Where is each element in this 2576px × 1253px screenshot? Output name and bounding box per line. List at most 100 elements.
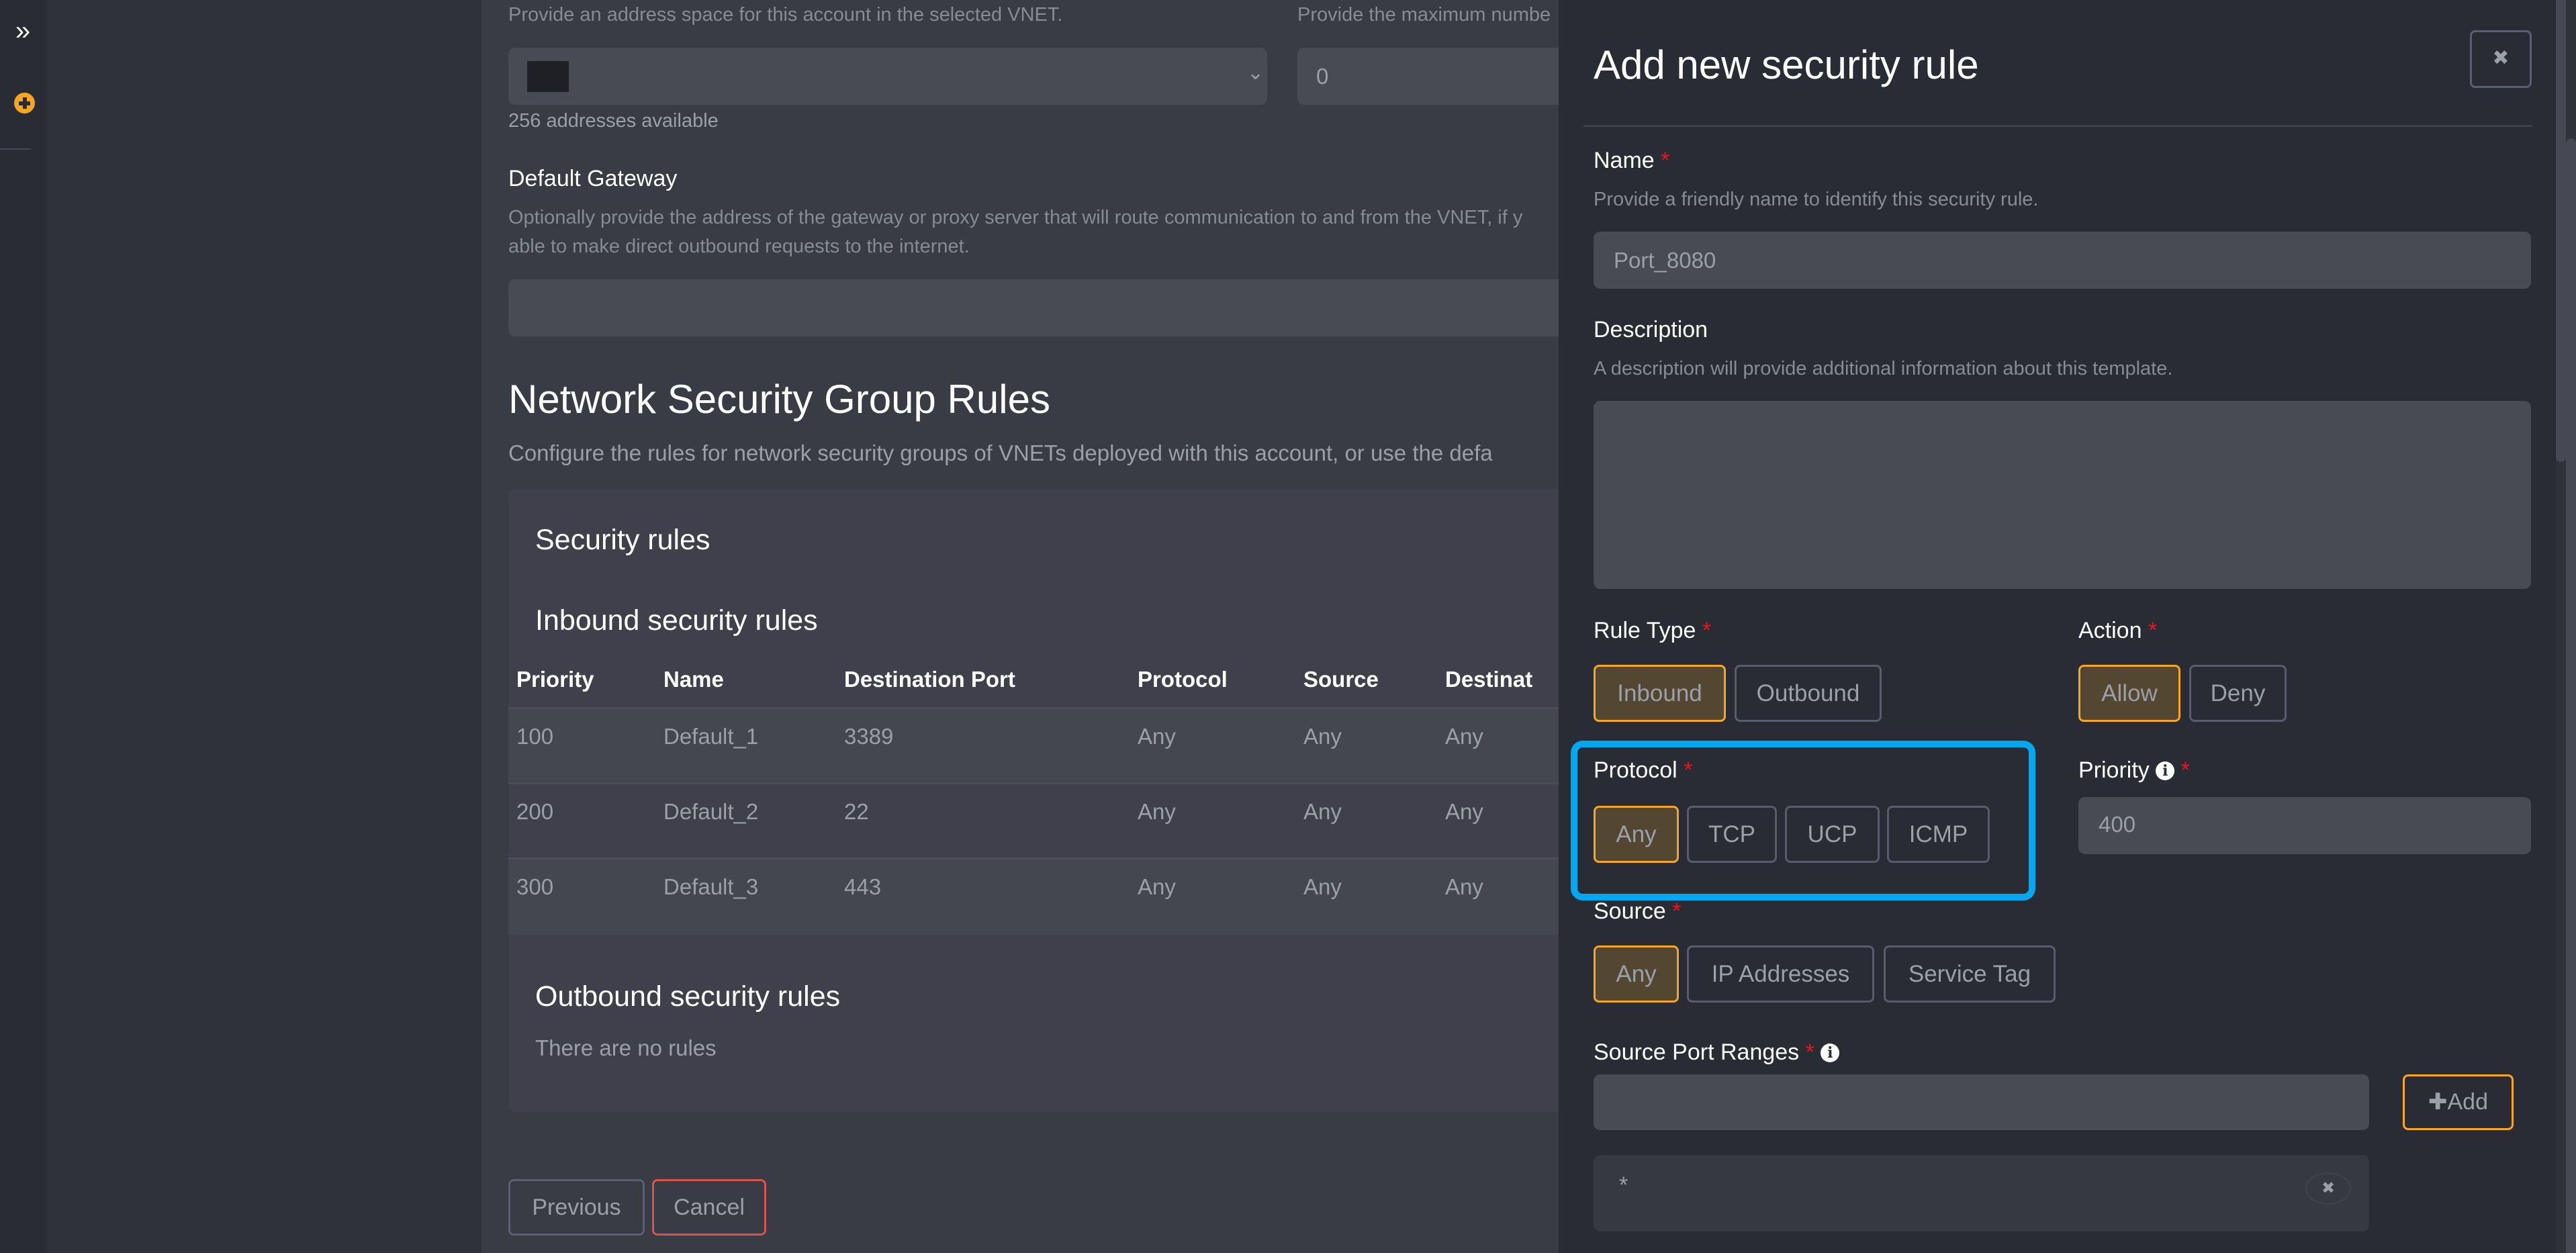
- name-hint: Provide a friendly name to identify this…: [1594, 189, 2039, 210]
- rule-type-label: Rule Type *: [1594, 618, 1711, 644]
- source-port-ranges-label-text: Source Port Ranges: [1594, 1039, 1800, 1065]
- cell-protocol: Any: [1138, 874, 1176, 899]
- priority-input[interactable]: 400: [2078, 797, 2531, 854]
- required-mark: *: [1684, 757, 1693, 783]
- description-label: Description: [1594, 317, 1708, 342]
- cell-priority: 100: [516, 724, 554, 749]
- default-gateway-hint-line1: Optionally provide the address of the ga…: [508, 207, 1523, 228]
- cell-port: 443: [844, 874, 882, 899]
- close-button[interactable]: ✖: [2470, 30, 2532, 88]
- source-ip-addresses-button[interactable]: IP Addresses: [1687, 945, 1874, 1003]
- source-port-item-value: *: [1619, 1172, 1628, 1198]
- column-header: Protocol: [1138, 667, 1228, 692]
- cell-destination: Any: [1445, 799, 1483, 824]
- max-number-input[interactable]: 0: [1297, 48, 1559, 105]
- description-textarea[interactable]: [1594, 401, 2531, 589]
- address-space-hint: Provide an address space for this accoun…: [508, 4, 1063, 26]
- close-icon: ✖: [2492, 47, 2510, 69]
- name-label-text: Name: [1594, 148, 1655, 173]
- cell-source: Any: [1303, 799, 1342, 824]
- name-label: Name *: [1594, 148, 1669, 174]
- required-mark: *: [1672, 898, 1682, 924]
- table-row[interactable]: 100 Default_1 3389 Any Any Any: [508, 707, 1559, 784]
- cell-name: Default_2: [663, 799, 759, 824]
- column-header: Source: [1303, 667, 1379, 692]
- cell-destination: Any: [1445, 724, 1483, 749]
- cell-destination: Any: [1445, 874, 1483, 899]
- column-header: Priority: [516, 667, 594, 692]
- add-label: Add: [2447, 1089, 2489, 1115]
- drawer-scrollbar-thumb[interactable]: [2556, 0, 2566, 462]
- close-icon: ✖: [2321, 1179, 2336, 1197]
- priority-label: Priority i *: [2078, 757, 2190, 784]
- default-gateway-input[interactable]: [508, 279, 1559, 336]
- source-port-input[interactable]: [1594, 1074, 2369, 1130]
- default-gateway-hint-line2: able to make direct outbound requests to…: [508, 236, 970, 257]
- sidebar: [0, 0, 47, 1253]
- name-input[interactable]: Port_8080: [1594, 232, 2531, 289]
- protocol-ucp-button[interactable]: UCP: [1785, 806, 1880, 863]
- max-number-value: 0: [1316, 64, 1329, 89]
- add-security-rule-drawer: Add new security rule ✖ Name * Provide a…: [1559, 0, 2556, 1253]
- rule-type-label-text: Rule Type: [1594, 618, 1696, 643]
- security-rules-card: Security rules Inbound security rules Pr…: [508, 489, 1559, 1112]
- priority-label-text: Priority: [2078, 757, 2150, 783]
- default-gateway-hint: Optionally provide the address of the ga…: [508, 207, 1522, 258]
- header-divider: [1583, 125, 2532, 127]
- action-allow-button[interactable]: Allow: [2078, 665, 2180, 722]
- info-icon[interactable]: i: [2156, 761, 2175, 780]
- max-number-hint: Provide the maximum numbe: [1297, 4, 1551, 26]
- source-service-tag-button[interactable]: Service Tag: [1884, 945, 2056, 1003]
- protocol-tcp-button[interactable]: TCP: [1687, 806, 1777, 863]
- protocol-label-text: Protocol: [1594, 757, 1677, 783]
- column-header: Destinat: [1445, 667, 1533, 692]
- protocol-any-button[interactable]: Any: [1594, 806, 1679, 863]
- remove-port-button[interactable]: ✖: [2305, 1172, 2351, 1205]
- sidebar-divider: [0, 148, 31, 150]
- address-space-select[interactable]: ⌄: [508, 48, 1267, 105]
- source-any-button[interactable]: Any: [1594, 945, 1679, 1003]
- cell-port: 3389: [844, 724, 894, 749]
- required-mark: *: [1805, 1039, 1814, 1065]
- plus-icon: ✚: [2428, 1089, 2448, 1115]
- plus-circle-icon[interactable]: [14, 93, 35, 113]
- required-mark: *: [1702, 618, 1712, 643]
- nsg-title: Network Security Group Rules: [508, 377, 1050, 422]
- cell-priority: 300: [516, 874, 554, 899]
- cancel-button[interactable]: Cancel: [652, 1179, 766, 1236]
- source-port-ranges-label: Source Port Ranges * i: [1594, 1039, 1840, 1066]
- source-port-item: * ✖: [1594, 1155, 2369, 1232]
- required-mark: *: [2148, 618, 2158, 643]
- previous-button[interactable]: Previous: [508, 1179, 645, 1236]
- page-scrollbar-thumb[interactable]: [2566, 138, 2576, 1253]
- main-content: Provide an address space for this accoun…: [481, 0, 1559, 1253]
- column-header: Name: [663, 667, 724, 692]
- required-mark: *: [2180, 757, 2190, 783]
- redacted-value: [527, 61, 569, 92]
- cell-name: Default_1: [663, 724, 759, 749]
- drawer-title: Add new security rule: [1594, 42, 1979, 87]
- outbound-empty-message: There are no rules: [535, 1035, 717, 1060]
- protocol-icmp-button[interactable]: ICMP: [1887, 806, 1990, 863]
- action-deny-button[interactable]: Deny: [2189, 665, 2287, 722]
- default-gateway-label: Default Gateway: [508, 166, 678, 191]
- addresses-available: 256 addresses available: [508, 110, 719, 132]
- name-input-value: Port_8080: [1614, 248, 1716, 273]
- info-icon[interactable]: i: [1821, 1043, 1840, 1062]
- security-rules-title: Security rules: [535, 524, 710, 556]
- source-label-text: Source: [1594, 898, 1666, 924]
- rule-type-outbound-button[interactable]: Outbound: [1735, 665, 1882, 722]
- priority-input-value: 400: [2099, 812, 2136, 837]
- page-background: [47, 0, 481, 1253]
- chevron-down-icon: ⌄: [1247, 62, 1264, 84]
- table-row[interactable]: 300 Default_3 443 Any Any Any: [508, 857, 1559, 935]
- rule-type-inbound-button[interactable]: Inbound: [1594, 665, 1726, 722]
- outbound-title: Outbound security rules: [535, 980, 841, 1013]
- cell-priority: 200: [516, 799, 554, 824]
- cell-name: Default_3: [663, 874, 759, 899]
- protocol-label: Protocol *: [1594, 757, 1692, 784]
- inbound-title: Inbound security rules: [535, 604, 818, 637]
- table-row[interactable]: 200 Default_2 22 Any Any Any: [508, 782, 1559, 860]
- add-port-button[interactable]: ✚Add: [2403, 1074, 2514, 1130]
- double-chevron-right-icon[interactable]: »: [12, 17, 34, 44]
